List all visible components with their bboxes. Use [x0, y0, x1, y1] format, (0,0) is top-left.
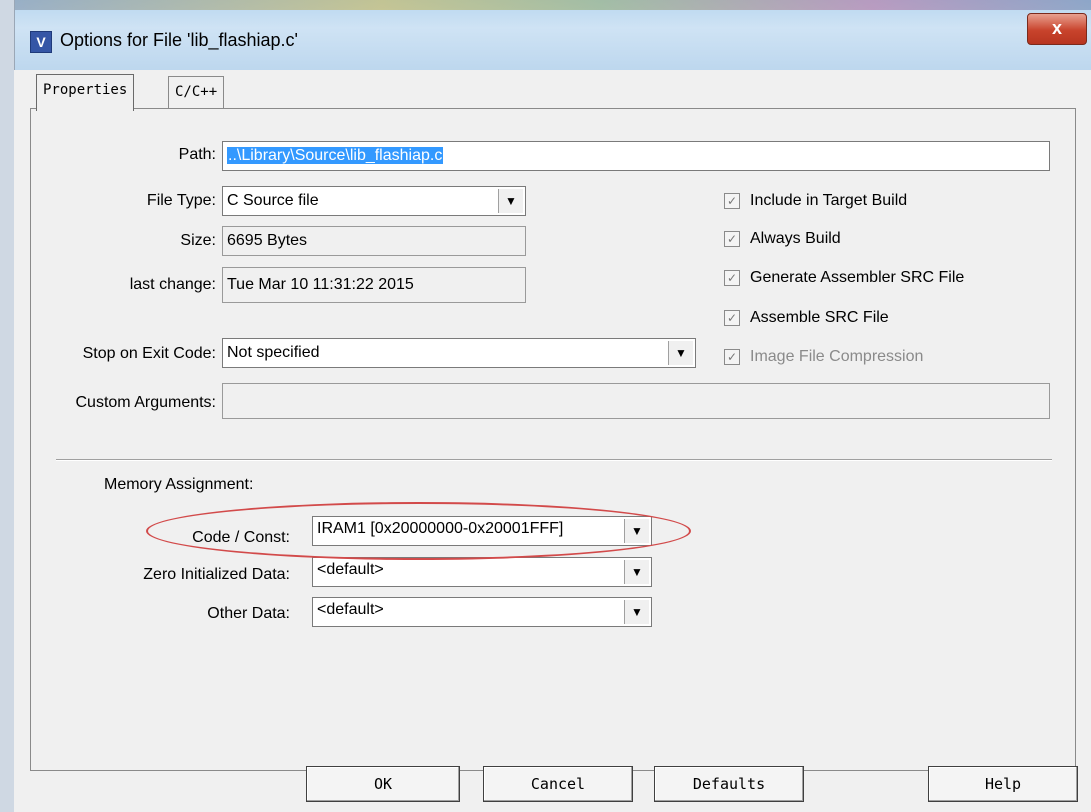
include-in-target-build-checkbox[interactable]: ✓ Include in Target Build: [724, 192, 907, 210]
ok-button[interactable]: OK: [306, 766, 460, 802]
path-label: Path:: [178, 146, 216, 163]
zero-initialized-data-select[interactable]: <default> ▼: [312, 557, 652, 587]
other-data-value: <default>: [317, 601, 384, 618]
other-data-label: Other Data:: [207, 605, 290, 622]
size-value: 6695 Bytes: [222, 226, 526, 256]
annotation-ellipse: [146, 502, 691, 560]
checkmark-icon: ✓: [724, 192, 740, 209]
tab-properties[interactable]: Properties: [36, 74, 135, 111]
option-label: Generate Assembler SRC File: [750, 269, 965, 286]
chevron-down-icon[interactable]: ▼: [624, 600, 649, 624]
keil-uv-icon: V: [30, 31, 52, 53]
option-label: Always Build: [750, 230, 841, 247]
path-field[interactable]: ..\Library\Source\lib_flashiap.c: [222, 141, 1050, 171]
file-type-select[interactable]: C Source file ▼: [222, 186, 526, 216]
memory-assignment-heading: Memory Assignment:: [104, 476, 254, 493]
last-change-value: Tue Mar 10 11:31:22 2015: [222, 267, 526, 303]
background-window-strip: [0, 0, 1091, 10]
size-label: Size:: [180, 232, 216, 249]
custom-arguments-field[interactable]: [222, 383, 1050, 419]
stop-on-exit-select[interactable]: Not specified ▼: [222, 338, 696, 368]
checkmark-icon: ✓: [724, 269, 740, 286]
defaults-button[interactable]: Defaults: [654, 766, 804, 802]
image-file-compression-checkbox: ✓ Image File Compression: [724, 348, 923, 366]
stop-on-exit-value: Not specified: [227, 344, 320, 361]
close-icon: x: [1051, 18, 1062, 38]
zero-initialized-data-value: <default>: [317, 561, 384, 578]
other-data-select[interactable]: <default> ▼: [312, 597, 652, 627]
file-type-label: File Type:: [146, 192, 216, 209]
custom-arguments-label: Custom Arguments:: [75, 394, 217, 411]
checkmark-icon: ✓: [724, 230, 740, 247]
option-label: Include in Target Build: [750, 192, 908, 209]
chevron-down-icon[interactable]: ▼: [498, 189, 523, 213]
left-window-edge: [0, 0, 15, 812]
generate-assembler-src-checkbox[interactable]: ✓ Generate Assembler SRC File: [724, 269, 964, 287]
help-button[interactable]: Help: [928, 766, 1078, 802]
cancel-button[interactable]: Cancel: [483, 766, 633, 802]
zero-initialized-data-label: Zero Initialized Data:: [143, 566, 290, 583]
path-value: ..\Library\Source\lib_flashiap.c: [227, 147, 444, 164]
option-label: Assemble SRC File: [750, 309, 889, 326]
checkmark-icon: ✓: [724, 309, 740, 326]
option-label: Image File Compression: [750, 348, 924, 365]
window-title: Options for File 'lib_flashiap.c': [60, 30, 298, 50]
checkmark-icon: ✓: [724, 348, 740, 365]
close-button[interactable]: x: [1027, 13, 1087, 45]
tab-c-cpp[interactable]: C/C++: [168, 76, 225, 109]
always-build-checkbox[interactable]: ✓ Always Build: [724, 230, 841, 248]
last-change-label: last change:: [129, 276, 216, 293]
stop-on-exit-label: Stop on Exit Code:: [82, 345, 216, 362]
chevron-down-icon[interactable]: ▼: [624, 560, 649, 584]
assemble-src-file-checkbox[interactable]: ✓ Assemble SRC File: [724, 309, 889, 327]
file-type-value: C Source file: [227, 192, 319, 209]
chevron-down-icon[interactable]: ▼: [668, 341, 693, 365]
section-divider: [56, 459, 1052, 461]
